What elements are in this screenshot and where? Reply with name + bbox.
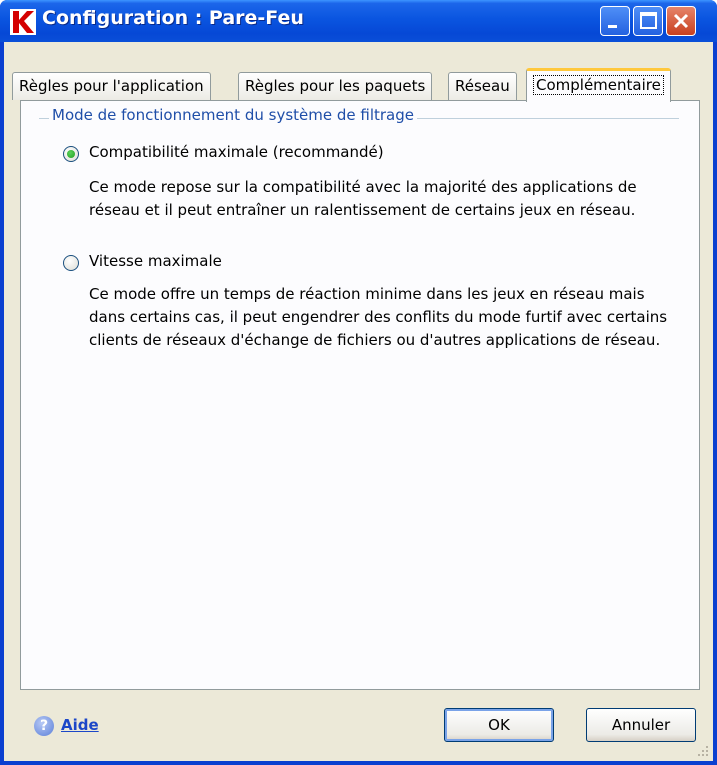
radio-max-speed[interactable] [63, 255, 79, 271]
maximize-icon [640, 12, 657, 29]
radio-max-compatibility[interactable] [63, 146, 79, 162]
tab-packet-rules[interactable]: Règles pour les paquets [238, 72, 433, 100]
group-title: Mode de fonctionnement du système de fil… [49, 106, 417, 124]
cancel-button[interactable]: Annuler [586, 708, 696, 742]
tab-strip: Règles pour l'application Règles pour le… [4, 66, 713, 102]
minimize-icon [608, 25, 617, 28]
title-bar[interactable]: Configuration : Pare-Feu [0, 0, 717, 42]
close-icon [673, 13, 689, 29]
tab-network[interactable]: Réseau [448, 72, 517, 100]
resize-grip-icon[interactable] [695, 743, 709, 757]
option-desc-max-compatibility: Ce mode repose sur la compatibilité avec… [89, 178, 637, 219]
option-label-max-compatibility[interactable]: Compatibilité maximale (recommandé) [89, 143, 384, 161]
dialog-client-area: Règles pour l'application Règles pour le… [4, 42, 713, 761]
tab-panel: Mode de fonctionnement du système de fil… [20, 100, 700, 690]
close-button[interactable] [666, 6, 696, 36]
maximize-button[interactable] [633, 6, 663, 36]
tab-application-rules[interactable]: Règles pour l'application [12, 72, 211, 100]
ok-button[interactable]: OK [444, 708, 554, 742]
config-window: Configuration : Pare-Feu Règles pour l'a… [0, 0, 717, 765]
option-desc-max-speed: Ce mode offre un temps de réaction minim… [89, 285, 668, 349]
option-label-max-speed[interactable]: Vitesse maximale [89, 252, 222, 270]
minimize-button[interactable] [600, 6, 630, 36]
kaspersky-k-icon [10, 9, 36, 35]
help-link[interactable]: Aide [61, 716, 99, 734]
window-title: Configuration : Pare-Feu [42, 7, 304, 29]
radio-selected-dot [67, 150, 75, 158]
tab-advanced[interactable]: Complémentaire [526, 68, 671, 102]
help-question-icon[interactable]: ? [34, 716, 54, 736]
